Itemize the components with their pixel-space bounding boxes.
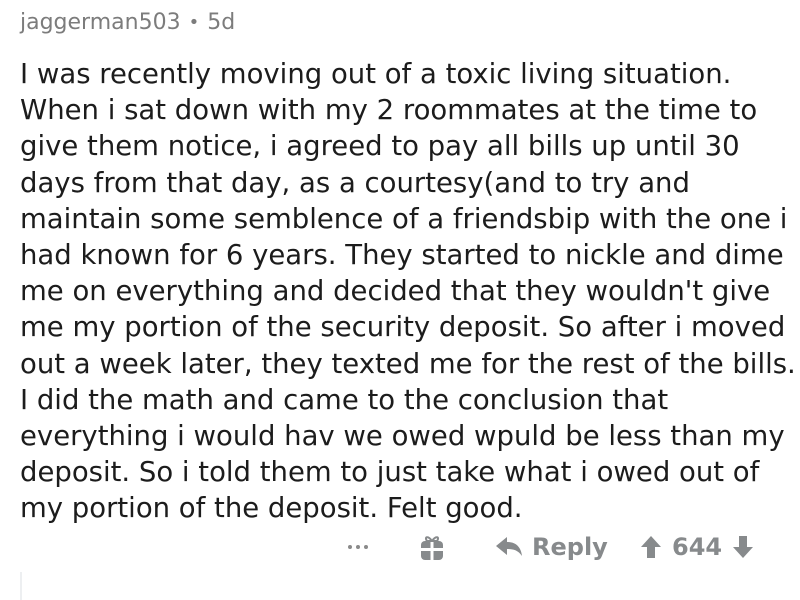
comment-body-line: give them notice, i agreed to pay all bi… [20,130,740,163]
comment-body-line: out a week later, they texted me for the… [20,347,796,380]
comment-body-line: me my portion of the security deposit. S… [20,311,786,344]
score: 644 [672,533,723,561]
upvote-arrow-icon[interactable] [640,534,662,560]
more-dots-icon[interactable] [342,535,374,559]
comment-body-line: deposit. So i told them to just take wha… [20,456,760,489]
vote-controls: 644 [640,531,754,563]
meta-separator: • [188,12,200,33]
reply-label: Reply [532,533,608,561]
comment-body-line: I did the math and came to the conclusio… [20,383,669,416]
username[interactable]: jaggerman503 [20,10,181,35]
comment-body-line: everything i would hav we owed wpuld be … [20,420,785,453]
reply-button[interactable]: Reply [494,531,608,563]
comment-age: 5d [207,10,236,35]
comment-body-line: When i sat down with my 2 roommates at t… [20,94,758,127]
comment: jaggerman503 • 5d I was recently moving … [0,0,800,600]
comment-body-line: me on everything and decided that they w… [20,275,771,308]
reply-arrow-icon [496,537,522,556]
comment-body-line: I was recently moving out of a toxic liv… [20,58,732,90]
comment-body: I was recently moving out of a toxic liv… [20,56,796,527]
downvote-arrow-icon[interactable] [732,534,754,560]
comment-actions: Reply 644 [0,529,800,569]
comment-body-line: had known for 6 years. They started to n… [20,239,784,272]
comment-body-line: maintain some semblence of a friendsbip … [20,202,788,235]
comment-body-line: my portion of the deposit. Felt good. [20,492,523,525]
comment-body-line: days from that day, as a courtesy(and to… [20,166,690,199]
comment-meta: jaggerman503 • 5d [20,10,235,35]
gift-icon[interactable] [416,531,448,563]
thread-line[interactable] [20,572,22,600]
